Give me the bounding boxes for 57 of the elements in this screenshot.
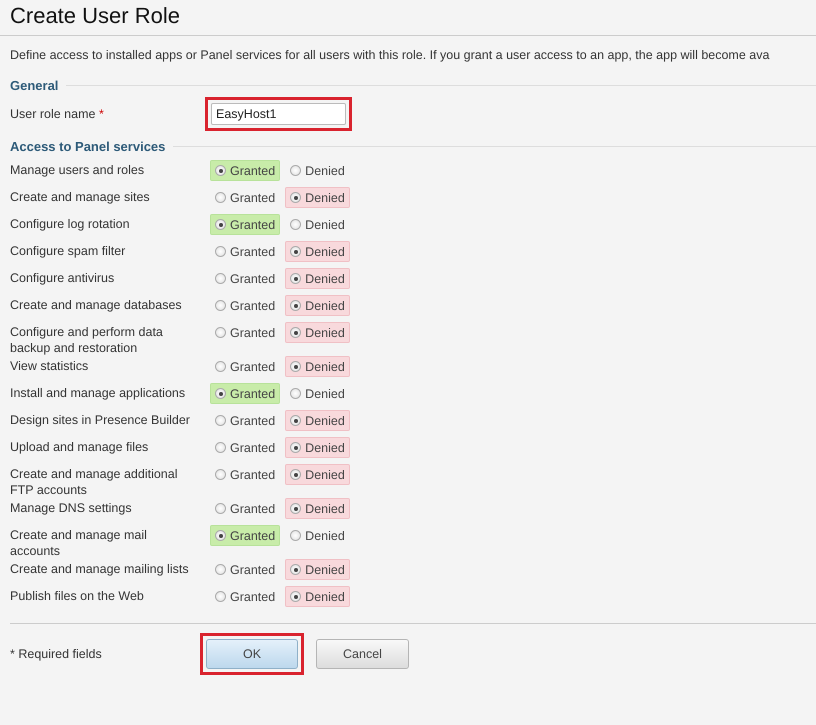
- radio-option[interactable]: Granted: [210, 214, 280, 235]
- radio-option[interactable]: Granted: [210, 268, 280, 289]
- radio-option[interactable]: Granted: [210, 322, 280, 343]
- radio-option[interactable]: Granted: [210, 295, 280, 316]
- radio-option[interactable]: Denied: [285, 498, 350, 519]
- radio-option[interactable]: Denied: [285, 586, 350, 607]
- permission-label: Create and manage sites: [10, 189, 151, 205]
- radio-option[interactable]: Denied: [285, 268, 350, 289]
- permission-label: Upload and manage files: [10, 439, 150, 455]
- radio-option[interactable]: Granted: [210, 356, 280, 377]
- permission-label: Install and manage applications: [10, 385, 186, 401]
- radio-option[interactable]: Denied: [285, 410, 350, 431]
- radio-option[interactable]: Granted: [210, 464, 280, 485]
- permission-label: Configure and perform data backup and restoration: [10, 324, 164, 356]
- radio-option[interactable]: Denied: [285, 356, 350, 377]
- section-heading: General: [10, 78, 58, 93]
- radio-option[interactable]: Denied: [285, 437, 350, 458]
- permission-label: Design sites in Presence Builder: [10, 412, 191, 428]
- radio-option[interactable]: Granted: [210, 383, 280, 404]
- radio-option[interactable]: Denied: [285, 559, 350, 580]
- page-title: Create User Role: [0, 0, 816, 36]
- radio-option[interactable]: Granted: [210, 410, 280, 431]
- permission-label: Create and manage mailing lists: [10, 561, 190, 577]
- radio-option[interactable]: Denied: [285, 241, 350, 262]
- radio-option[interactable]: Denied: [285, 383, 350, 404]
- description-text: Define access to installed apps or Panel services for all users with this role. If you grant a user access to an app, the app will become ava: [10, 48, 770, 62]
- radio-option[interactable]: Denied: [285, 322, 350, 343]
- radio-option[interactable]: Denied: [285, 214, 350, 235]
- radio-option[interactable]: Denied: [285, 295, 350, 316]
- role-name-field[interactable]: EasyHost1: [211, 103, 346, 125]
- field-label: User role name *: [10, 107, 105, 121]
- radio-option[interactable]: Granted: [210, 525, 280, 546]
- radio-option[interactable]: Granted: [210, 160, 280, 181]
- permission-label: Manage users and roles: [10, 162, 146, 178]
- permission-label: Configure spam filter: [10, 243, 126, 259]
- radio-option[interactable]: Granted: [210, 498, 280, 519]
- dialog-button[interactable]: Cancel: [316, 639, 409, 669]
- radio-option[interactable]: Granted: [210, 187, 280, 208]
- permission-label: Create and manage databases: [10, 297, 183, 313]
- radio-option[interactable]: Granted: [210, 559, 280, 580]
- radio-option[interactable]: Denied: [285, 464, 350, 485]
- radio-option[interactable]: Granted: [210, 437, 280, 458]
- permission-label: Publish files on the Web: [10, 588, 145, 604]
- permission-label: Manage DNS settings: [10, 500, 133, 516]
- radio-option[interactable]: Granted: [210, 241, 280, 262]
- permission-label: Create and manage additional FTP accounts: [10, 466, 178, 498]
- dialog-button[interactable]: OK: [206, 639, 298, 669]
- permission-label: Configure antivirus: [10, 270, 116, 286]
- radio-option[interactable]: Denied: [285, 160, 350, 181]
- radio-option[interactable]: Granted: [210, 586, 280, 607]
- required-note: * Required fields: [10, 647, 103, 661]
- radio-option[interactable]: Denied: [285, 525, 350, 546]
- permission-label: Configure log rotation: [10, 216, 131, 232]
- permission-label: Create and manage mail accounts: [10, 527, 148, 559]
- radio-option[interactable]: Denied: [285, 187, 350, 208]
- section-heading: Access to Panel services: [10, 139, 166, 154]
- permission-label: View statistics: [10, 358, 90, 374]
